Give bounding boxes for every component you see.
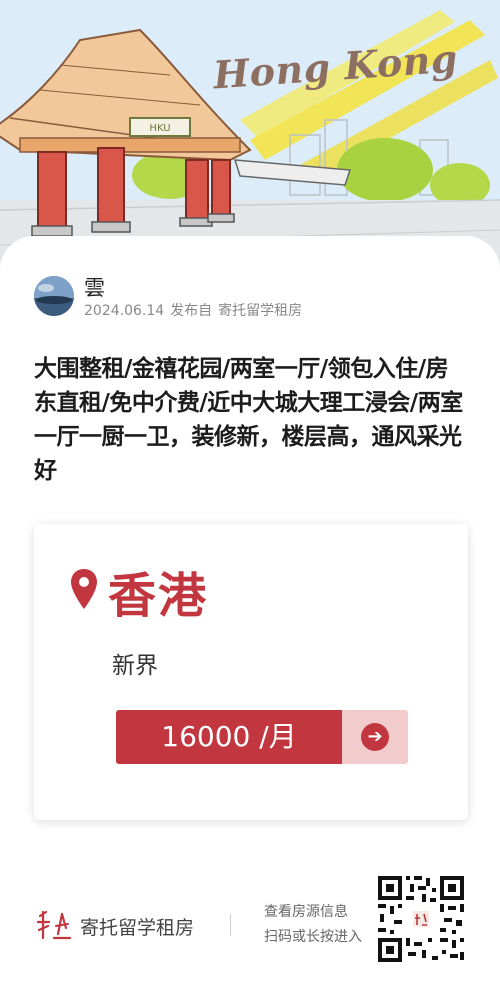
scan-hint: 查看房源信息 扫码或长按进入 bbox=[264, 900, 362, 950]
post-source: 寄托留学租房 bbox=[218, 303, 303, 319]
author-name: 雲 bbox=[84, 276, 105, 300]
gate-plaque: HKU bbox=[149, 123, 170, 134]
footer-divider bbox=[230, 914, 231, 936]
location-card: 香港 新界 16000 /月 ➔ bbox=[34, 524, 468, 820]
district-name: 新界 bbox=[112, 653, 158, 679]
brand-name: 寄托留学租房 bbox=[80, 917, 195, 939]
post-date: 2024.06.14 bbox=[84, 303, 165, 319]
price-button[interactable]: 16000 /月 ➔ bbox=[116, 710, 408, 764]
location-pin-icon bbox=[71, 569, 97, 609]
avatar[interactable] bbox=[34, 276, 74, 316]
post-meta: 2024.06.14 发布自 寄托留学租房 bbox=[84, 300, 308, 320]
author-row[interactable]: 雲 2024.06.14 发布自 寄托留学租房 bbox=[34, 276, 474, 320]
listing-title: 大围整租/金禧花园/两室一厅/领包入住/房东直租/免中介费/近中大城大理工浸会/… bbox=[34, 356, 463, 482]
published-via: 发布自 bbox=[170, 303, 213, 319]
scan-line-2: 扫码或长按进入 bbox=[264, 929, 362, 945]
price-label: 16000 /月 bbox=[116, 710, 342, 764]
arrow-right-icon: ➔ bbox=[361, 723, 389, 751]
price-arrow-area[interactable]: ➔ bbox=[342, 710, 408, 764]
city-name: 香港 bbox=[108, 568, 209, 624]
brand-logo-icon bbox=[36, 910, 72, 940]
qr-code-icon[interactable] bbox=[376, 874, 466, 964]
footer: 寄托留学租房 查看房源信息 扫码或长按进入 bbox=[0, 870, 500, 970]
scan-line-1: 查看房源信息 bbox=[264, 904, 348, 920]
